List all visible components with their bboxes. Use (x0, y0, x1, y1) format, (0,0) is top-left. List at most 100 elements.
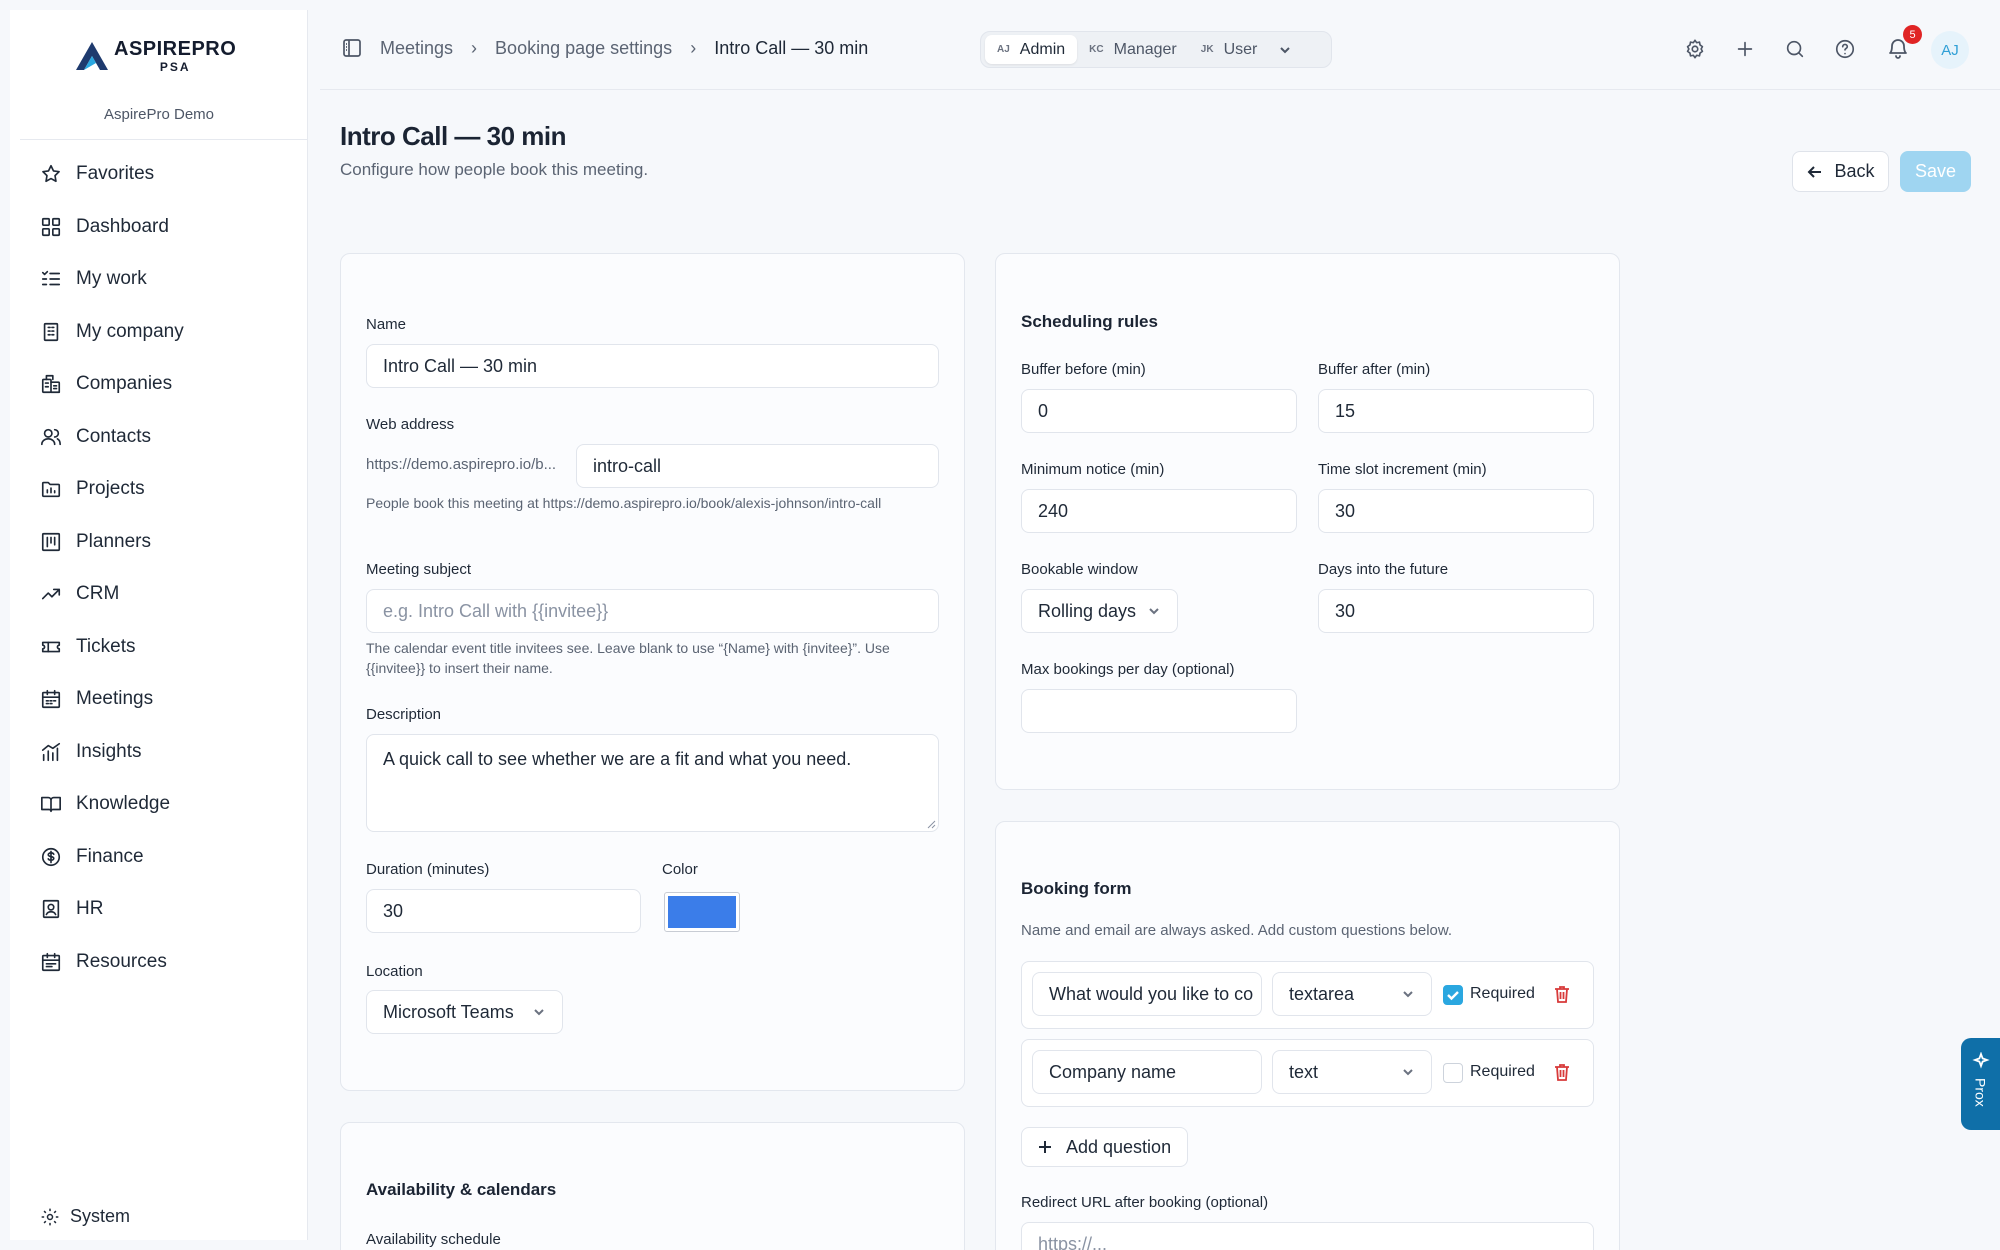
minimum-notice-label: Minimum notice (min) (1021, 461, 1165, 478)
star-icon (42, 165, 60, 183)
chevron-down-icon (1149, 608, 1159, 615)
sidebar-item-label: Dashboard (76, 215, 169, 237)
breadcrumb-meetings[interactable]: Meetings (380, 38, 453, 59)
question-type-value: textarea (1289, 983, 1355, 1004)
sidebar-item-label: My work (76, 268, 147, 290)
buffer-before-label: Buffer before (min) (1021, 361, 1146, 378)
web-slug-input[interactable]: intro-call (576, 444, 939, 488)
add-question-button[interactable]: Add question (1021, 1127, 1188, 1167)
redirect-url-input[interactable]: https://... (1021, 1222, 1594, 1250)
breadcrumb-booking-page-settings[interactable]: Booking page settings (495, 38, 672, 59)
role-manager[interactable]: KC Manager (1077, 35, 1189, 64)
chart-icon (41, 742, 61, 761)
sidebar-item-hr[interactable]: HR (30, 883, 300, 936)
sidebar-item-projects[interactable]: Projects (30, 463, 300, 516)
sidebar-item-contacts[interactable]: Contacts (30, 411, 300, 464)
notification-badge: 5 (1903, 25, 1922, 44)
building-icon (43, 322, 59, 341)
description-label: Description (366, 706, 442, 723)
buffer-before-input[interactable]: 0 (1021, 389, 1297, 433)
sidebar-item-insights[interactable]: Insights (30, 726, 300, 779)
back-button[interactable]: Back (1792, 151, 1889, 192)
help-icon[interactable] (1834, 38, 1856, 60)
buildings-icon (41, 375, 61, 394)
name-input[interactable]: Intro Call — 30 min (366, 344, 939, 388)
sidebar-item-dashboard[interactable]: Dashboard (30, 201, 300, 254)
search-icon[interactable] (1784, 38, 1806, 60)
plus-icon[interactable] (1734, 38, 1756, 60)
sidebar-item-planners[interactable]: Planners (30, 516, 300, 569)
assistant-label: Prox (1972, 1078, 1989, 1107)
sidebar-item-tickets[interactable]: Tickets (30, 621, 300, 674)
buffer-after-input[interactable]: 15 (1318, 389, 1594, 433)
location-select[interactable]: Microsoft Teams (366, 990, 563, 1034)
bookable-window-select[interactable]: Rolling days (1021, 589, 1178, 633)
sidebar-item-favorites[interactable]: Favorites (30, 148, 300, 201)
max-bookings-label: Max bookings per day (optional) (1021, 661, 1235, 678)
calendar-icon (41, 690, 61, 709)
sidebar-item-label: Companies (76, 373, 173, 395)
time-slot-increment-input[interactable]: 30 (1318, 489, 1594, 533)
sidebar-item-system[interactable]: System (30, 1206, 130, 1227)
max-bookings-input[interactable] (1021, 689, 1297, 733)
sidebar-item-crm[interactable]: CRM (30, 568, 300, 621)
resize-handle-icon[interactable] (927, 820, 936, 829)
users-icon (41, 428, 61, 445)
sidebar-item-meetings[interactable]: Meetings (30, 673, 300, 726)
sidebar-item-label: System (70, 1206, 131, 1226)
redirect-url-label: Redirect URL after booking (optional) (1021, 1194, 1269, 1211)
settings-icon[interactable] (1684, 38, 1706, 60)
sidebar-item-my-work[interactable]: My work (30, 253, 300, 306)
breadcrumb-current: Intro Call — 30 min (714, 38, 869, 58)
buffer-after-label: Buffer after (min) (1318, 361, 1431, 378)
sidebar-item-finance[interactable]: Finance (30, 831, 300, 884)
question-type-select[interactable]: text (1272, 1050, 1432, 1094)
scheduling-rules-title: Scheduling rules (1021, 312, 1158, 331)
color-picker[interactable] (664, 892, 740, 932)
role-label: Manager (1113, 40, 1177, 58)
duration-input[interactable]: 30 (366, 889, 641, 933)
sidebar-item-knowledge[interactable]: Knowledge (30, 778, 300, 831)
sidebar-item-label: Finance (76, 845, 144, 867)
meeting-subject-label: Meeting subject (366, 561, 472, 578)
chevron-down-icon (1403, 991, 1413, 998)
sidebar-item-label: Insights (76, 740, 142, 762)
sidebar-item-my-company[interactable]: My company (30, 306, 300, 359)
assistant-tab[interactable]: Prox (1961, 1038, 2000, 1130)
sidebar-item-resources[interactable]: Resources (30, 936, 300, 989)
minimum-notice-input[interactable]: 240 (1021, 489, 1297, 533)
trash-icon[interactable] (1552, 1062, 1572, 1082)
sidebar-item-companies[interactable]: Companies (30, 358, 300, 411)
back-button-label: Back (1834, 161, 1875, 181)
question-type-select[interactable]: textarea (1272, 972, 1432, 1016)
meeting-subject-input[interactable]: e.g. Intro Call with {{invitee}} (366, 589, 939, 633)
save-button[interactable]: Save (1900, 151, 1971, 192)
role-user[interactable]: JK User (1189, 35, 1270, 64)
calendar-grid-icon (41, 952, 61, 971)
chevron-right-icon: › (690, 38, 697, 58)
days-into-future-input[interactable]: 30 (1318, 589, 1594, 633)
sidebar-toggle-icon[interactable] (342, 38, 362, 58)
required-checkbox[interactable] (1443, 985, 1463, 1005)
breadcrumb: Meetings › Booking page settings › Intro… (380, 38, 868, 59)
avatar[interactable]: AJ (1931, 31, 1969, 69)
role-admin[interactable]: AJ Admin (985, 35, 1078, 64)
time-slot-increment-label: Time slot increment (min) (1318, 461, 1487, 478)
question-text-input[interactable]: Company name (1032, 1050, 1262, 1094)
description-textarea[interactable]: A quick call to see whether we are a fit… (366, 734, 939, 832)
chevron-down-icon[interactable] (1277, 42, 1293, 58)
location-value: Microsoft Teams (383, 1001, 514, 1022)
logo-subtext: PSA (159, 60, 191, 74)
app-logo[interactable]: ASPIREPRO PSA (72, 36, 236, 76)
logo-text: ASPIREPRO (114, 38, 237, 60)
booking-form-help: Name and email are always asked. Add cus… (1021, 922, 1453, 939)
web-address-prefix: https://demo.aspirepro.io/b... (366, 456, 557, 473)
required-checkbox[interactable] (1443, 1063, 1463, 1083)
role-initials: JK (1200, 44, 1214, 55)
sidebar-item-label: Projects (76, 478, 145, 500)
bookable-window-value: Rolling days (1038, 600, 1137, 621)
org-name: AspirePro Demo (103, 106, 215, 123)
trash-icon[interactable] (1552, 984, 1572, 1004)
bookable-window-label: Bookable window (1021, 561, 1138, 578)
question-text-input[interactable]: What would you like to co (1032, 972, 1262, 1016)
